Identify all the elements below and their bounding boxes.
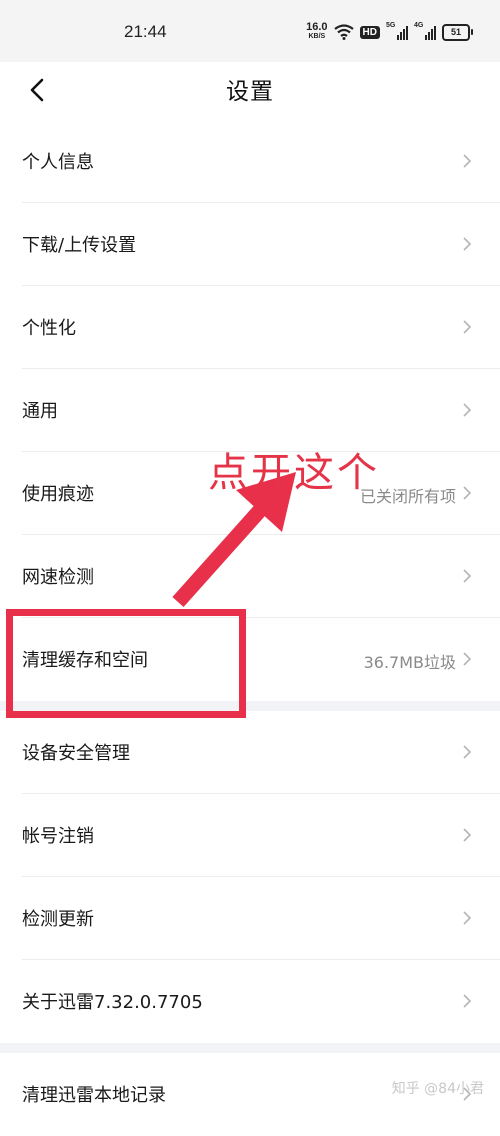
chevron-right-icon — [463, 652, 472, 666]
settings-item-check-update[interactable]: 检测更新 — [0, 877, 500, 960]
settings-item-speed-test[interactable]: 网速检测 — [0, 535, 500, 618]
network-speed-indicator: 16.0 KB/S — [306, 21, 328, 41]
hd-voice-badge: HD — [359, 25, 380, 39]
settings-item-label: 清理迅雷本地记录 — [22, 1085, 166, 1106]
chevron-right-icon — [463, 745, 472, 759]
settings-item-label: 关于迅雷7.32.0.7705 — [22, 992, 203, 1013]
settings-item-device-security[interactable]: 设备安全管理 — [0, 711, 500, 794]
settings-item-label: 个人信息 — [22, 152, 94, 173]
status-icons: 16.0 KB/S HD 5G 4G 51 — [306, 20, 473, 44]
nav-bar: 设置 — [0, 62, 500, 118]
settings-item-value: 36.7MB垃圾 — [363, 653, 456, 672]
settings-item-account-deletion[interactable]: 帐号注销 — [0, 794, 500, 877]
settings-item-label: 清理缓存和空间 — [22, 650, 148, 671]
chevron-right-icon — [463, 154, 472, 168]
settings-item-label: 个性化 — [22, 318, 76, 339]
settings-item-about[interactable]: 关于迅雷7.32.0.7705 — [0, 960, 500, 1043]
battery-icon: 51 — [442, 23, 473, 41]
chevron-right-icon — [463, 911, 472, 925]
settings-item-download-upload[interactable]: 下载/上传设置 — [0, 203, 500, 286]
status-bar: 21:44 16.0 KB/S HD 5G 4G 51 — [0, 0, 500, 62]
page-title: 设置 — [226, 79, 274, 105]
settings-list: 个人信息 下载/上传设置 个性化 通用 使用痕迹 已关闭所有项 网速检测 清理缓… — [0, 120, 500, 1136]
settings-item-label: 帐号注销 — [22, 826, 94, 847]
settings-item-personalization[interactable]: 个性化 — [0, 286, 500, 369]
settings-item-personal-info[interactable]: 个人信息 — [0, 120, 500, 203]
settings-item-clear-cache[interactable]: 清理缓存和空间 36.7MB垃圾 — [0, 618, 500, 701]
settings-item-label: 网速检测 — [22, 567, 94, 588]
signal-5g-icon: 5G — [386, 22, 408, 40]
group-divider — [0, 701, 500, 711]
settings-item-label: 检测更新 — [22, 909, 94, 930]
settings-item-label: 下载/上传设置 — [22, 235, 137, 256]
settings-item-label: 使用痕迹 — [22, 484, 94, 505]
chevron-right-icon — [463, 403, 472, 417]
wifi-icon — [333, 24, 354, 40]
signal-4g-icon: 4G — [414, 22, 436, 40]
annotation-text: 点开这个 — [208, 450, 380, 496]
chevron-right-icon — [463, 569, 472, 583]
settings-item-label: 设备安全管理 — [22, 743, 130, 764]
chevron-right-icon — [463, 237, 472, 251]
chevron-right-icon — [463, 486, 472, 500]
chevron-right-icon — [463, 994, 472, 1008]
chevron-right-icon — [463, 320, 472, 334]
watermark: 知乎 @84小君 — [391, 1081, 484, 1097]
chevron-right-icon — [463, 828, 472, 842]
status-time: 21:44 — [124, 22, 167, 41]
group-divider — [0, 1043, 500, 1053]
settings-item-label: 通用 — [22, 401, 58, 422]
